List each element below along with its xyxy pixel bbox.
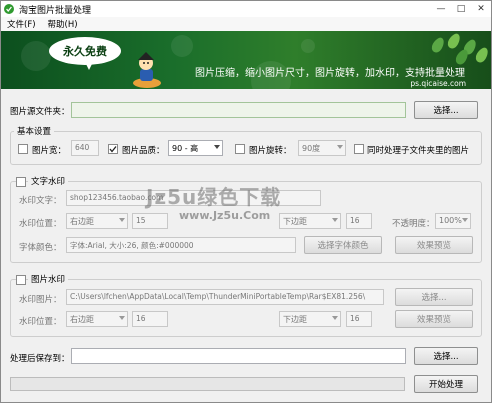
image-wm-path-input[interactable]: C:\Users\lfchen\AppData\Local\Temp\Thund…	[66, 289, 384, 305]
quality-label: 图片品质：	[122, 146, 165, 156]
text-wm-font-label: 字体颜色：	[19, 243, 62, 253]
chevron-down-icon	[332, 316, 338, 320]
mascot-icon	[133, 52, 161, 88]
site-watermark-url: www.Jz5u.Com	[179, 209, 271, 222]
subfolder-label: 同时处理子文件夹里的图片	[367, 146, 470, 156]
image-wm-voffset-input[interactable]: 16	[346, 311, 372, 327]
rotate-checkbox[interactable]	[235, 144, 245, 154]
site-watermark: Jz5u绿色下载	[146, 185, 282, 209]
image-wm-hpos-select[interactable]: 右边距	[66, 311, 128, 327]
image-wm-image-label: 水印图片：	[19, 295, 62, 305]
free-bubble: 永久免费	[49, 37, 121, 65]
chevron-down-icon	[337, 145, 343, 149]
chevron-down-icon	[119, 316, 125, 320]
start-button[interactable]: 开始处理	[414, 375, 478, 393]
image-wm-hoffset-input[interactable]: 16	[132, 311, 168, 327]
image-watermark-title: 图片水印	[28, 273, 69, 285]
close-button[interactable]: ✕	[473, 2, 489, 15]
app-window: 淘宝图片批量处理 — □ ✕ 文件(F) 帮助(H) 永久免费 图片压缩，缩小图…	[0, 0, 492, 403]
source-folder-label: 图片源文件夹：	[10, 107, 70, 117]
image-wm-preview-button[interactable]: 效果预览	[395, 310, 473, 328]
width-input[interactable]: 640	[71, 140, 99, 156]
image-wm-browse-button[interactable]: 选择...	[395, 288, 473, 306]
source-browse-button[interactable]: 选择...	[414, 101, 478, 119]
subfolder-checkbox[interactable]	[354, 144, 364, 154]
text-wm-opacity-select[interactable]: 100%	[435, 213, 471, 229]
text-wm-voffset-input[interactable]: 16	[346, 213, 372, 229]
quality-value: 90 - 高	[172, 144, 199, 153]
output-folder-input[interactable]	[71, 348, 406, 364]
text-wm-font-input[interactable]: 字体:Arial, 大小:26, 颜色:#000000	[66, 237, 296, 253]
text-wm-pos-label: 水印位置：	[19, 219, 62, 229]
text-watermark-checkbox[interactable]	[16, 177, 26, 187]
menu-bar: 文件(F) 帮助(H)	[1, 17, 491, 31]
chevron-down-icon	[119, 218, 125, 222]
minimize-button[interactable]: —	[433, 2, 449, 15]
source-folder-input[interactable]	[71, 102, 406, 118]
text-wm-preview-button[interactable]: 效果预览	[395, 236, 473, 254]
text-wm-text-label: 水印文字：	[19, 196, 62, 206]
chevron-down-icon	[462, 218, 468, 222]
rotate-value: 90度	[302, 144, 321, 153]
output-folder-label: 处理后保存到：	[10, 354, 70, 364]
banner: 永久免费 图片压缩，缩小图片尺寸，图片旋转，加水印，支持批量处理 ps.qica…	[1, 31, 491, 89]
image-wm-vpos-value: 下边距	[283, 315, 307, 324]
text-wm-opacity-label: 不透明度：	[392, 219, 435, 229]
chevron-down-icon	[214, 145, 220, 149]
text-wm-hpos-value: 右边距	[70, 217, 94, 226]
rotate-label: 图片旋转：	[249, 146, 292, 156]
rotate-select[interactable]: 90度	[298, 140, 346, 156]
text-watermark-title: 文字水印	[28, 175, 69, 187]
banner-site: ps.qicaise.com	[410, 79, 466, 88]
image-watermark-checkbox[interactable]	[16, 275, 26, 285]
maximize-button[interactable]: □	[453, 2, 469, 15]
banner-slogan: 图片压缩，缩小图片尺寸，图片旋转，加水印，支持批量处理	[195, 68, 465, 79]
text-wm-font-button[interactable]: 选择字体颜色	[304, 236, 382, 254]
text-wm-hpos-select[interactable]: 右边距	[66, 213, 128, 229]
progress-bar	[10, 377, 405, 391]
basic-settings-title: 基本设置	[14, 125, 55, 137]
width-checkbox[interactable]	[18, 144, 28, 154]
title-bar: 淘宝图片批量处理 — □ ✕	[1, 1, 491, 17]
window-title: 淘宝图片批量处理	[19, 5, 92, 16]
menu-help[interactable]: 帮助(H)	[42, 18, 84, 30]
image-wm-vpos-select[interactable]: 下边距	[279, 311, 341, 327]
chevron-down-icon	[332, 218, 338, 222]
text-wm-vpos-value: 下边距	[283, 217, 307, 226]
app-check-icon	[4, 4, 14, 14]
quality-checkbox[interactable]	[108, 144, 118, 154]
image-wm-pos-label: 水印位置：	[19, 317, 62, 327]
quality-select[interactable]: 90 - 高	[168, 140, 223, 156]
text-wm-opacity-value: 100%	[439, 216, 462, 225]
image-wm-hpos-value: 右边距	[70, 315, 94, 324]
menu-file[interactable]: 文件(F)	[1, 18, 42, 30]
text-wm-vpos-select[interactable]: 下边距	[279, 213, 341, 229]
text-wm-hoffset-input[interactable]: 15	[132, 213, 168, 229]
bubble-tail	[85, 62, 93, 70]
width-label: 图片宽：	[32, 146, 67, 156]
output-browse-button[interactable]: 选择...	[414, 347, 478, 365]
